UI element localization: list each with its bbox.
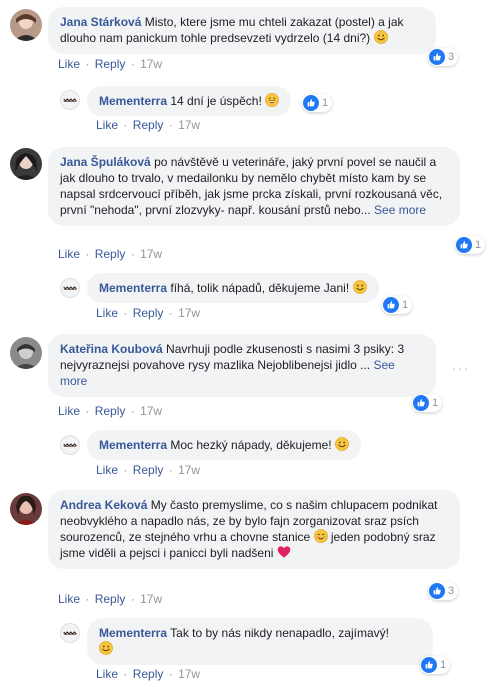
like-icon (429, 49, 445, 65)
like-icon (421, 657, 437, 673)
like-button[interactable]: Like (58, 592, 80, 606)
mementerra-logo-icon (61, 436, 79, 454)
smile-emoji-icon (353, 280, 367, 294)
like-button[interactable]: Like (96, 463, 118, 477)
smile-emoji-icon (374, 30, 388, 44)
smile-emoji-icon (99, 641, 113, 655)
reply-button[interactable]: Reply (95, 247, 126, 261)
like-button[interactable]: Like (96, 306, 118, 320)
comment-actions: Like · Reply · 17w (58, 592, 163, 606)
reply-button[interactable]: Reply (133, 118, 164, 132)
reaction-count[interactable]: 1 (420, 656, 451, 674)
timestamp[interactable]: 17w (178, 306, 200, 320)
avatar[interactable] (10, 337, 42, 369)
reaction-count[interactable]: 3 (428, 582, 459, 600)
reply-text: Tak to by nás nikdy nenapadlo, zajímavý! (170, 626, 389, 640)
avatar[interactable] (10, 493, 42, 525)
comment-bubble: Jana Stárková Misto, ktere jsme mu chtel… (48, 7, 436, 54)
mementerra-logo-icon (61, 279, 79, 297)
reply-bubble: Mementerra fíhá, tolik nápadů, děkujeme … (87, 273, 379, 303)
like-icon (303, 95, 319, 111)
comment: Jana Stárková Misto, ktere jsme mu chtel… (0, 0, 496, 140)
like-button[interactable]: Like (96, 667, 118, 681)
comment: Andrea Keková My často premyslime, co s … (0, 488, 496, 687)
reply-bubble: Mementerra Moc hezký nápady, děkujeme! (87, 430, 361, 460)
timestamp[interactable]: 17w (178, 667, 200, 681)
reply-button[interactable]: Reply (133, 463, 164, 477)
reply-author[interactable]: Mementerra (99, 626, 167, 640)
reply-author[interactable]: Mementerra (99, 438, 167, 452)
comment: Kateřina Koubová Navrhuji podle zkusenos… (0, 330, 496, 480)
comment-author[interactable]: Jana Stárková (60, 15, 141, 29)
comment-author[interactable]: Kateřina Koubová (60, 342, 163, 356)
comment-bubble: Andrea Keková My často premyslime, co s … (48, 490, 460, 569)
comment-actions: Like · Reply · 17w (58, 404, 163, 418)
avatar[interactable] (10, 9, 42, 41)
timestamp[interactable]: 17w (178, 118, 200, 132)
reply-text: fíhá, tolik nápadů, děkujeme Jani! (170, 281, 350, 295)
comment-author[interactable]: Jana Špuláková (60, 155, 151, 169)
avatar[interactable] (60, 90, 80, 110)
timestamp[interactable]: 17w (140, 404, 162, 418)
like-button[interactable]: Like (58, 247, 80, 261)
avatar[interactable] (10, 148, 42, 180)
timestamp[interactable]: 17w (140, 592, 162, 606)
reaction-count[interactable]: 1 (455, 236, 486, 254)
comment-author[interactable]: Andrea Keková (60, 498, 147, 512)
comment-bubble: Jana Špuláková po návštěvě u veterináře,… (48, 147, 460, 226)
like-button[interactable]: Like (58, 57, 80, 71)
reply-bubble: Mementerra Tak to by nás nikdy nenapadlo… (87, 618, 433, 665)
avatar[interactable] (60, 435, 80, 455)
like-icon (413, 395, 429, 411)
grin-emoji-icon (265, 93, 279, 107)
avatar[interactable] (60, 278, 80, 298)
timestamp[interactable]: 17w (140, 247, 162, 261)
reaction-count[interactable]: 1 (302, 94, 333, 112)
reply-author[interactable]: Mementerra (99, 281, 167, 295)
reply-author[interactable]: Mementerra (99, 94, 167, 108)
heart-icon (277, 545, 291, 559)
more-options-button[interactable]: ··· (452, 360, 469, 376)
reply-button[interactable]: Reply (95, 57, 126, 71)
reply-text: 14 dní je úspěch! (170, 94, 262, 108)
timestamp[interactable]: 17w (140, 57, 162, 71)
reply-bubble: Mementerra 14 dní je úspěch! (87, 86, 292, 116)
avatar[interactable] (60, 623, 80, 643)
mementerra-logo-icon (61, 624, 79, 642)
reply-actions: Like · Reply · 17w (96, 463, 201, 477)
reply-actions: Like · Reply · 17w (96, 118, 201, 132)
reply-button[interactable]: Reply (95, 592, 126, 606)
reply-actions: Like · Reply · 17w (96, 667, 201, 681)
blush-emoji-icon (314, 529, 328, 543)
like-icon (383, 297, 399, 313)
comment-bubble: Kateřina Koubová Navrhuji podle zkusenos… (48, 334, 436, 397)
reply-button[interactable]: Reply (133, 306, 164, 320)
reaction-count[interactable]: 1 (382, 296, 413, 314)
timestamp[interactable]: 17w (178, 463, 200, 477)
reply-button[interactable]: Reply (133, 667, 164, 681)
reaction-count[interactable]: 1 (412, 394, 443, 412)
smile-emoji-icon (335, 437, 349, 451)
like-button[interactable]: Like (58, 404, 80, 418)
like-icon (456, 237, 472, 253)
comment-actions: Like · Reply · 17w (58, 247, 163, 261)
comment-actions: Like · Reply · 17w (58, 57, 163, 71)
reply-button[interactable]: Reply (95, 404, 126, 418)
comment: Jana Špuláková po návštěvě u veterináře,… (0, 140, 496, 322)
reply-actions: Like · Reply · 17w (96, 306, 201, 320)
mementerra-logo-icon (61, 91, 79, 109)
reply-text: Moc hezký nápady, děkujeme! (170, 438, 332, 452)
like-button[interactable]: Like (96, 118, 118, 132)
like-icon (429, 583, 445, 599)
reaction-count[interactable]: 3 (428, 48, 459, 66)
see-more-link[interactable]: See more (374, 203, 426, 217)
